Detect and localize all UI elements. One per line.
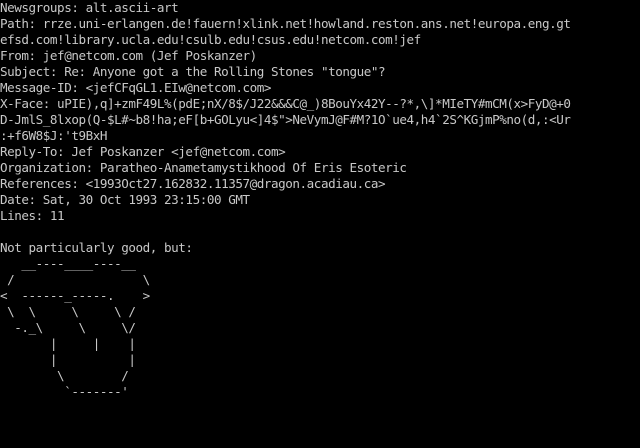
header-reply-to: Reply-To: Jef Poskanzer <jef@netcom.com> — [0, 144, 286, 159]
ascii-art-tongue: __----____----__ / \ < ------_-----. > \… — [0, 256, 150, 400]
ascii-art-line: / \ — [0, 272, 150, 287]
ascii-art-line: __----____----__ — [0, 256, 136, 271]
header-path: Path: rrze.uni-erlangen.de!fauern!xlink.… — [0, 16, 571, 31]
ascii-art-line: | | — [0, 352, 136, 367]
header-date: Date: Sat, 30 Oct 1993 23:15:00 GMT — [0, 192, 250, 207]
ascii-art-line: | | | — [0, 336, 136, 351]
header-message-id: Message-ID: <jefCFqGL1.EIw@netcom.com> — [0, 80, 272, 95]
header-subject: Subject: Re: Anyone got a the Rolling St… — [0, 64, 386, 79]
header-x-face: X-Face: uPIE),q]+zmF49L%(pdE;nX/8$/J22&&… — [0, 96, 571, 111]
header-from: From: jef@netcom.com (Jef Poskanzer) — [0, 48, 257, 63]
header-newsgroups: Newsgroups: alt.ascii-art — [0, 0, 179, 15]
header-references: References: <1993Oct27.162832.11357@drag… — [0, 176, 386, 191]
header-organization: Organization: Paratheo-Anametamystikhood… — [0, 160, 407, 175]
ascii-art-line: \ / — [0, 368, 129, 383]
header-lines: Lines: 11 — [0, 208, 65, 223]
terminal-screen: Newsgroups: alt.ascii-art Path: rrze.uni… — [0, 0, 640, 448]
ascii-art-line: -._\ \ \/ — [0, 320, 136, 335]
ascii-art-line: < ------_-----. > — [0, 288, 150, 303]
body-text: Not particularly good, but: — [0, 240, 193, 255]
header-x-face-continued: D-JmlS_8lxop(Q-$L#~b8!ha;eF[b+GOLyu<]4$"… — [0, 112, 571, 127]
header-x-face-end: :+f6W8$J:'t9BxH — [0, 128, 107, 143]
ascii-art-line: \ \ \ \ / — [0, 304, 136, 319]
header-path-continued: efsd.com!library.ucla.edu!csulb.edu!csus… — [0, 32, 421, 47]
ascii-art-line: `-------' — [0, 384, 129, 399]
